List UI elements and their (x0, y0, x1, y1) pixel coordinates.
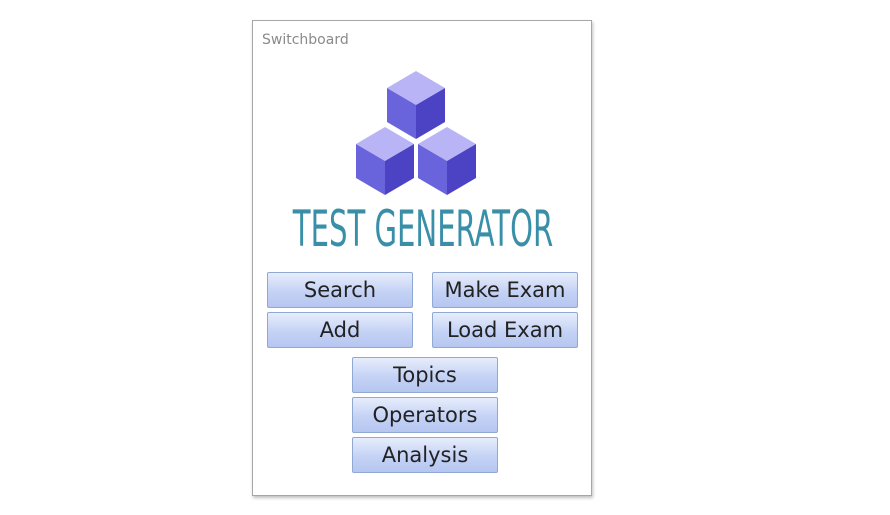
topics-button[interactable]: Topics (352, 357, 498, 393)
cube-left (356, 127, 414, 195)
stacked-cubes-icon (356, 71, 476, 195)
analysis-button[interactable]: Analysis (352, 437, 498, 473)
operators-button[interactable]: Operators (352, 397, 498, 433)
form-title: Switchboard (262, 32, 349, 48)
search-button[interactable]: Search (267, 272, 413, 308)
cube-top (387, 71, 445, 139)
cube-right (418, 127, 476, 195)
logo-text: TEST GENERATOR (292, 199, 553, 252)
load-exam-button[interactable]: Load Exam (432, 312, 578, 348)
make-exam-button[interactable]: Make Exam (432, 272, 578, 308)
logo-title: TEST GENERATOR (292, 199, 553, 252)
add-button[interactable]: Add (267, 312, 413, 348)
switchboard-form: Switchboard TEST GENERATOR Search Make E… (252, 20, 592, 496)
